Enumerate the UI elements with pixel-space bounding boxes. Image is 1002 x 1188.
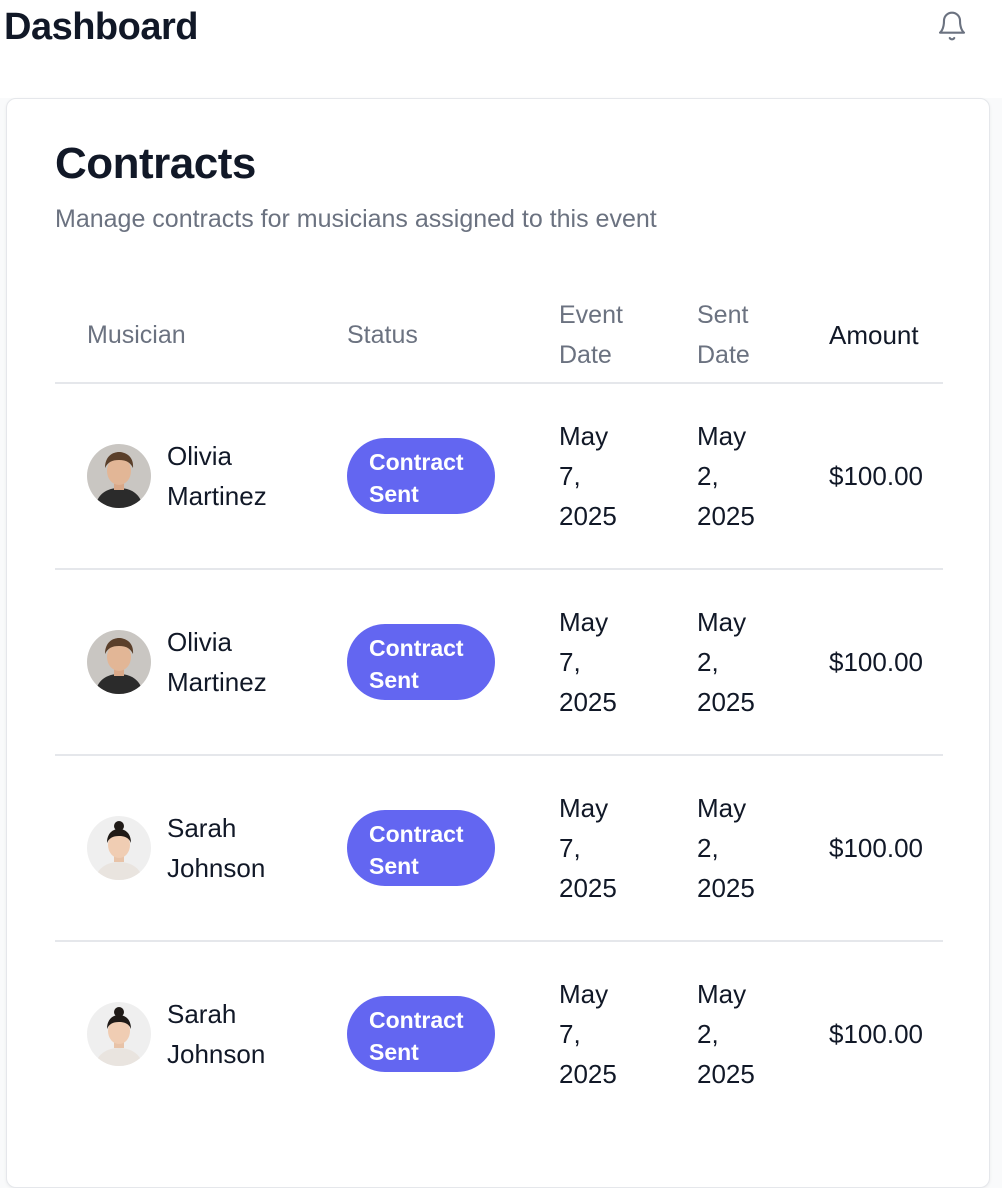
- contracts-table: Musician Status Event Date Sent Date Amo…: [55, 287, 943, 1128]
- avatar: [87, 444, 151, 508]
- status-badge[interactable]: Contract Sent: [347, 810, 495, 886]
- table-row[interactable]: Sarah Johnson Contract Sent May 7, 2025 …: [55, 942, 943, 1128]
- event-date: May 7, 2025: [559, 793, 617, 903]
- avatar: [87, 1002, 151, 1066]
- column-header-status: Status: [347, 321, 418, 349]
- column-header-sent-date: Sent Date: [697, 301, 750, 369]
- musician-name: Olivia Martinez: [167, 441, 267, 511]
- table-header: Musician Status Event Date Sent Date Amo…: [55, 287, 943, 384]
- contract-amount: $100.00: [829, 1019, 923, 1049]
- top-bar: Dashboard: [0, 0, 1002, 98]
- event-date: May 7, 2025: [559, 979, 617, 1089]
- column-header-musician: Musician: [87, 321, 186, 349]
- status-badge[interactable]: Contract Sent: [347, 438, 495, 514]
- table-row[interactable]: Olivia Martinez Contract Sent May 7, 202…: [55, 570, 943, 756]
- contract-amount: $100.00: [829, 461, 923, 491]
- avatar: [87, 630, 151, 694]
- musician-name: Olivia Martinez: [167, 627, 267, 697]
- table-row[interactable]: Sarah Johnson Contract Sent May 7, 2025 …: [55, 756, 943, 942]
- musician-name: Sarah Johnson: [167, 813, 266, 883]
- musician-name: Sarah Johnson: [167, 999, 266, 1069]
- bell-icon[interactable]: [936, 10, 968, 42]
- sent-date: May 2, 2025: [697, 607, 755, 717]
- column-header-amount: Amount: [829, 320, 919, 350]
- table-row[interactable]: Olivia Martinez Contract Sent May 7, 202…: [55, 384, 943, 570]
- contract-amount: $100.00: [829, 647, 923, 677]
- status-badge[interactable]: Contract Sent: [347, 996, 495, 1072]
- contracts-card: Contracts Manage contracts for musicians…: [6, 98, 990, 1188]
- sent-date: May 2, 2025: [697, 793, 755, 903]
- sent-date: May 2, 2025: [697, 979, 755, 1089]
- status-badge[interactable]: Contract Sent: [347, 624, 495, 700]
- event-date: May 7, 2025: [559, 421, 617, 531]
- contract-amount: $100.00: [829, 833, 923, 863]
- contracts-subtitle: Manage contracts for musicians assigned …: [55, 205, 657, 233]
- column-header-event-date: Event Date: [559, 301, 623, 369]
- sent-date: May 2, 2025: [697, 421, 755, 531]
- avatar: [87, 816, 151, 880]
- contracts-title: Contracts: [55, 139, 256, 188]
- event-date: May 7, 2025: [559, 607, 617, 717]
- page-title: Dashboard: [4, 6, 198, 48]
